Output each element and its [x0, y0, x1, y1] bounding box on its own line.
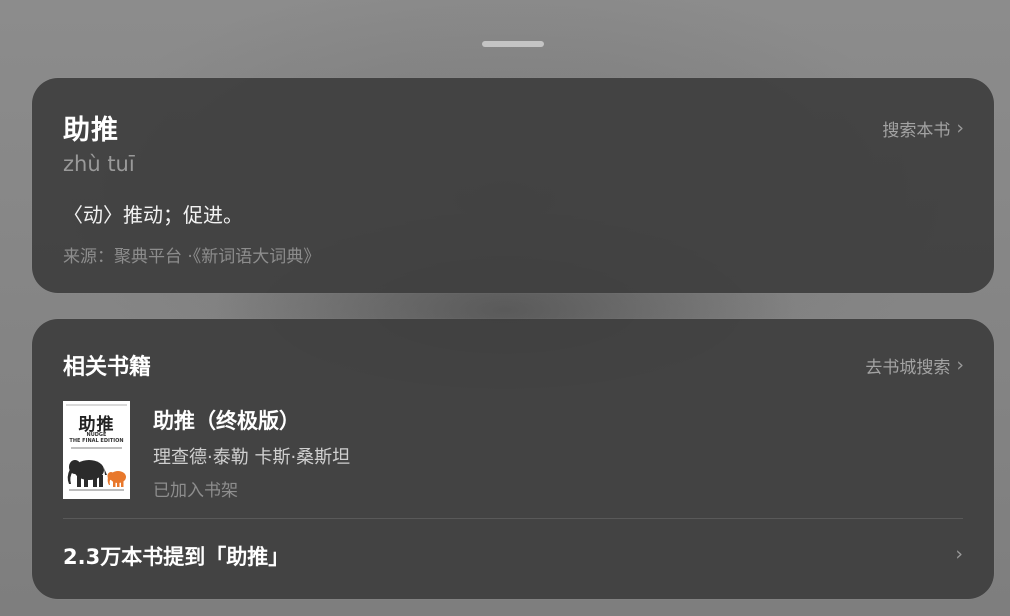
search-book-label: 搜索本书 — [882, 121, 951, 141]
dictionary-card: 助推 zhù tuī 〈动〉推动；促进。 来源：聚典平台 ·《新词语大词典》 搜… — [32, 78, 994, 293]
search-book-link[interactable]: 搜索本书 › — [882, 116, 964, 142]
related-book-item[interactable]: 助推 NUDGE THE FINAL EDITION 助推（终极版） 理查德·泰… — [63, 401, 963, 501]
related-books-card: 相关书籍 去书城搜索 › 助推 NUDGE THE FINAL EDITION — [32, 319, 994, 599]
big-elephant — [67, 460, 107, 487]
chevron-right-icon: › — [956, 117, 964, 139]
dictionary-source: 来源：聚典平台 ·《新词语大词典》 — [63, 247, 321, 267]
chevron-right-icon: › — [955, 543, 963, 565]
chevron-right-icon: › — [956, 354, 964, 376]
small-elephant — [107, 471, 126, 487]
dictionary-pinyin: zhù tuī — [63, 152, 135, 176]
book-mentions-label: 2.3万本书提到「助推」 — [63, 545, 290, 569]
book-cover: 助推 NUDGE THE FINAL EDITION — [63, 401, 130, 499]
book-author: 理查德·泰勒 卡斯·桑斯坦 — [153, 447, 351, 468]
sheet-grabber-handle[interactable] — [482, 41, 544, 47]
book-title: 助推（终极版） — [153, 409, 300, 433]
store-search-label: 去书城搜索 — [865, 358, 951, 378]
store-search-link[interactable]: 去书城搜索 › — [865, 353, 964, 379]
elephant-illustration — [67, 460, 126, 487]
related-books-title: 相关书籍 — [63, 355, 152, 380]
cover-decoration — [71, 447, 122, 449]
cover-decoration — [66, 404, 127, 406]
cover-decoration — [69, 489, 124, 491]
dictionary-definition: 〈动〉推动；促进。 — [63, 203, 243, 227]
cover-edition: THE FINAL EDITION — [69, 438, 124, 444]
book-mentions-row[interactable]: 2.3万本书提到「助推」 › — [63, 539, 963, 573]
book-shelf-status: 已加入书架 — [153, 481, 238, 501]
dictionary-word: 助推 — [63, 115, 119, 146]
divider — [63, 518, 963, 519]
